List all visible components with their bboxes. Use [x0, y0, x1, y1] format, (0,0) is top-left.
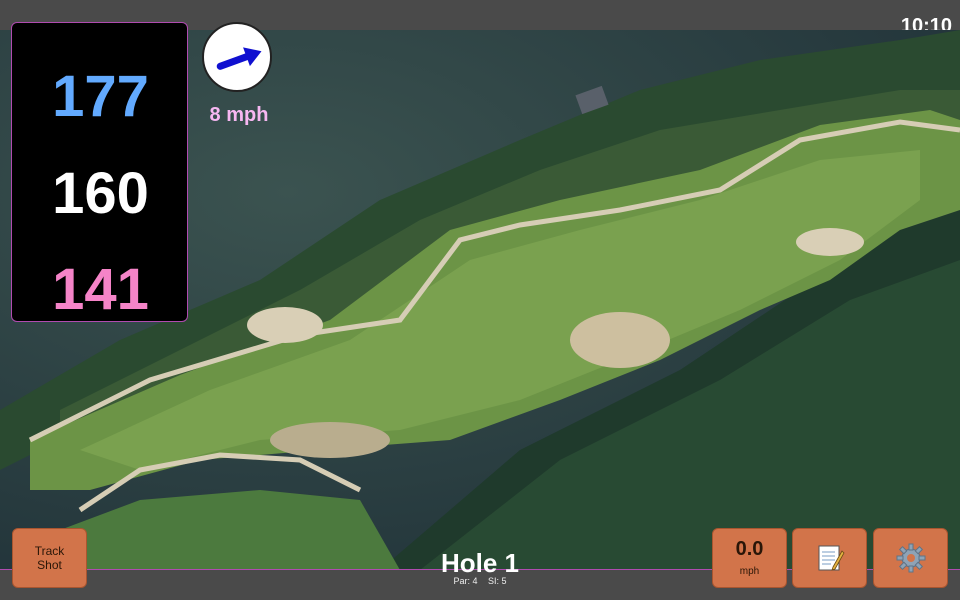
back-yardage: 177	[52, 64, 149, 129]
middle-yardage: 160	[52, 161, 149, 226]
hole-si: SI: 5	[488, 576, 507, 586]
arrow-icon	[216, 47, 262, 70]
wind-speed: 8 mph	[209, 104, 269, 126]
yardage-panel: 177 160 141	[11, 22, 188, 322]
gear-icon	[896, 543, 925, 573]
speed-button[interactable]: 0.0 mph	[712, 528, 787, 588]
hole-par: Par: 4	[453, 576, 478, 586]
wind-indicator	[202, 22, 272, 92]
hole-info: Hole 1 Par: 4 SI: 5	[380, 548, 580, 586]
track-shot-button[interactable]: Track Shot	[12, 528, 87, 588]
speed-value: 0.0	[735, 538, 764, 560]
hole-name: Hole 1	[440, 548, 520, 578]
speed-unit: mph	[739, 566, 760, 577]
notes-button[interactable]	[792, 528, 867, 588]
front-yardage: 141	[52, 257, 149, 322]
hole-meta: Par: 4 SI: 5	[380, 576, 580, 586]
settings-button[interactable]	[873, 528, 948, 588]
track-shot-label: Track Shot	[34, 544, 65, 572]
notepad-icon	[818, 545, 844, 571]
